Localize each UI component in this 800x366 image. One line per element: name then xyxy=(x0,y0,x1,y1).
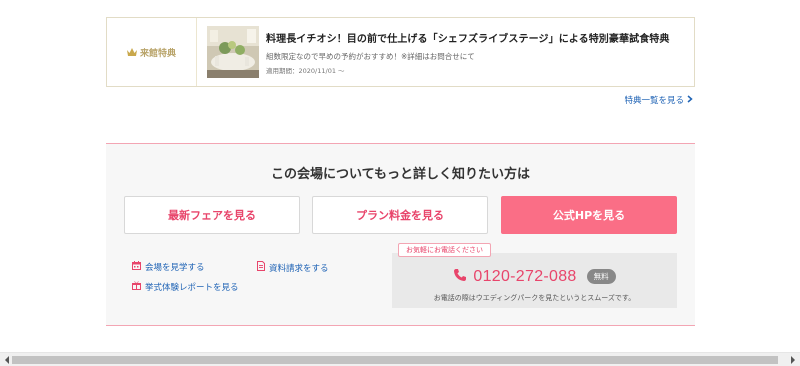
ceremony-report-label: 挙式体験レポートを見る xyxy=(145,282,239,293)
phone-number-row[interactable]: 0120-272-088 無料 xyxy=(392,267,677,286)
benefit-tag-label: 来館特典 xyxy=(139,48,176,59)
request-docs-link[interactable]: 資料請求をする xyxy=(257,261,329,274)
phone-icon xyxy=(453,267,467,286)
chevron-right-icon xyxy=(687,94,693,106)
calendar-icon xyxy=(132,261,141,273)
ceremony-report-link[interactable]: 挙式体験レポートを見る xyxy=(132,280,239,293)
phone-call-pill: お気軽にお電話ください xyxy=(398,243,491,257)
venue-info-section: この会場についてもっと詳しく知りたい方は 最新フェアを見る プラン料金を見る 公… xyxy=(106,143,695,326)
free-badge: 無料 xyxy=(586,269,616,284)
official-hp-button[interactable]: 公式HPを見る xyxy=(501,196,677,234)
benefit-card[interactable]: 来館特典 料理長イチオシ！目の前で仕上げる「シェフズライブステージ」による特別豪… xyxy=(106,17,695,87)
visit-venue-label: 会場を見学する xyxy=(145,263,205,273)
section-heading: この会場についてもっと詳しく知りたい方は xyxy=(271,167,530,182)
phone-note: お電話の際はウエディングパークを見たというとスムーズです。 xyxy=(433,294,636,302)
arrow-left-icon[interactable] xyxy=(2,355,12,365)
benefit-photo xyxy=(207,26,259,78)
phone-box: 0120-272-088 無料 お電話の際はウエディングパークを見たというとスム… xyxy=(392,253,677,308)
benefit-period: 適用期間：2020/11/01 ～ xyxy=(266,66,345,75)
gift-icon xyxy=(132,280,141,293)
benefit-description: 組数限定なので早めの予約がおすすめ！※詳細はお問合せにて xyxy=(266,51,475,61)
benefit-tag: 来館特典 xyxy=(107,18,197,86)
request-docs-label: 資料請求をする xyxy=(269,263,329,274)
benefit-list-link-label: 特典一覧を見る xyxy=(624,96,684,106)
benefit-list-link[interactable]: 特典一覧を見る xyxy=(624,94,693,106)
scrollbar-thumb[interactable] xyxy=(12,356,778,364)
horizontal-scrollbar[interactable] xyxy=(0,352,800,366)
phone-number[interactable]: 0120-272-088 xyxy=(473,268,576,286)
plan-price-button[interactable]: プラン料金を見る xyxy=(312,196,488,234)
arrow-right-icon[interactable] xyxy=(788,355,798,365)
crown-icon xyxy=(126,47,137,57)
latest-fair-button[interactable]: 最新フェアを見る xyxy=(124,196,300,234)
visit-venue-link[interactable]: 会場を見学する xyxy=(132,261,205,273)
benefit-title[interactable]: 料理長イチオシ！目の前で仕上げる「シェフズライブステージ」による特別豪華試食特典 xyxy=(266,30,670,45)
document-icon xyxy=(257,261,265,274)
